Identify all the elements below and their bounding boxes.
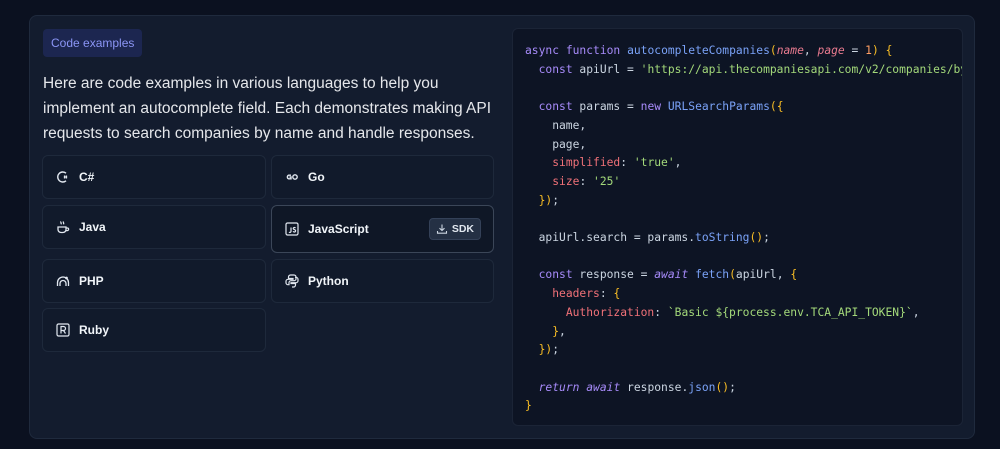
- lang-card-csharp[interactable]: C#: [42, 155, 266, 199]
- php-icon: [55, 273, 71, 289]
- lang-card-ruby[interactable]: Ruby: [42, 308, 266, 352]
- csharp-icon: [55, 169, 71, 185]
- intro-text: Here are code examples in various langua…: [43, 75, 492, 142]
- python-icon: [284, 273, 300, 289]
- javascript-icon: [284, 221, 300, 237]
- lang-label-javascript: JavaScript: [308, 222, 369, 236]
- sdk-label: SDK: [451, 223, 474, 235]
- lang-label-go: Go: [308, 170, 325, 184]
- lang-card-go[interactable]: Go: [271, 155, 494, 199]
- auth-value: `Basic ${process.env.TCA_API_TOKEN}`: [667, 305, 913, 319]
- lang-card-php[interactable]: PHP: [42, 259, 266, 303]
- size-value: '25': [593, 174, 621, 188]
- lang-label-csharp: C#: [79, 170, 95, 184]
- lang-label-python: Python: [308, 274, 349, 288]
- lang-label-php: PHP: [79, 274, 104, 288]
- code-examples-panel: Code examples Here are code examples in …: [29, 15, 975, 439]
- go-icon: [284, 169, 300, 185]
- download-icon: [436, 224, 447, 234]
- code-block[interactable]: async function autocompleteCompanies(nam…: [512, 28, 963, 426]
- function-name: autocompleteCompanies: [627, 44, 770, 57]
- lang-card-javascript[interactable]: JavaScript SDK: [271, 205, 494, 253]
- code-content: async function autocompleteCompanies(nam…: [525, 42, 963, 416]
- code-examples-badge: Code examples: [43, 29, 143, 57]
- lang-card-java[interactable]: Java: [42, 205, 266, 249]
- simplified-value: 'true': [633, 156, 675, 170]
- ruby-icon: [55, 322, 71, 338]
- api-url-string: 'https://api.thecompaniesapi.com/v2/comp…: [640, 62, 963, 76]
- lang-label-java: Java: [79, 220, 106, 234]
- java-icon: [55, 219, 71, 235]
- lang-card-python[interactable]: Python: [271, 259, 494, 303]
- lang-label-ruby: Ruby: [79, 323, 109, 337]
- sdk-download-button[interactable]: SDK: [428, 218, 481, 240]
